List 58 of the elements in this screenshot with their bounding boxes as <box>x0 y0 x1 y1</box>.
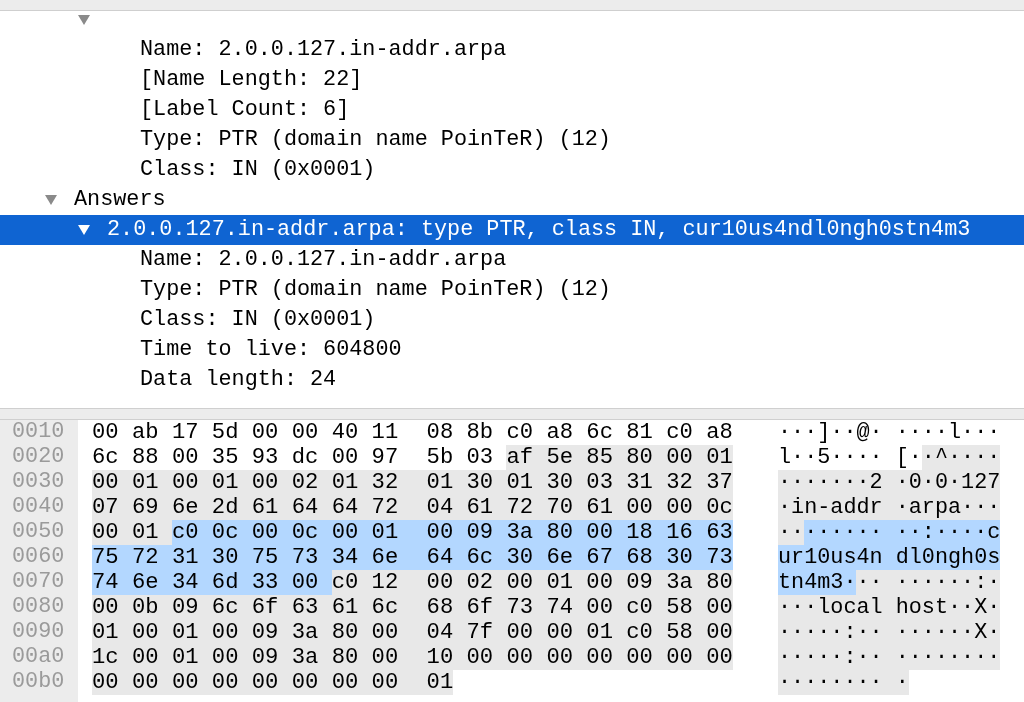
hex-bytes: 00 0b 09 6c 6f 63 61 6c <box>92 595 427 620</box>
ascii-text: ·······2 <box>778 470 896 495</box>
hex-bytes: 74 6e 34 6d 33 00 <box>92 570 332 595</box>
tree-item-text: [Label Count: 6] <box>140 95 350 124</box>
disclosure-triangle-icon[interactable] <box>44 194 58 206</box>
offset-label: 00b0 <box>12 668 65 697</box>
tree-item-text: Class: IN (0x0001) <box>140 305 376 334</box>
ascii-text: ur10us4n <box>778 545 896 570</box>
hex-bytes: af 5e 85 80 00 01 <box>506 445 733 470</box>
hex-bytes: 00 02 00 01 00 09 3a 80 <box>426 570 733 595</box>
disclosure-triangle-icon[interactable] <box>77 14 91 26</box>
tree-item-text: Type: PTR (domain name PoinTeR) (12) <box>140 275 611 304</box>
hex-bytes: 68 6f 73 74 00 c0 58 00 <box>426 595 733 620</box>
hex-bytes: 1c 00 01 00 09 3a 80 00 <box>92 645 427 670</box>
ascii-text: ·····:·· <box>778 620 896 645</box>
ascii-text: ·in-addr <box>778 495 896 520</box>
tree-item-text: Name: 2.0.0.127.in-addr.arpa <box>140 35 507 64</box>
ascii-text: ······:· <box>895 570 1001 595</box>
tree-row-highlight[interactable]: 2.0.0.127.in-addr.arpa: type PTR, class IN, cur10us4ndl0ngh0stn4m3 <box>0 215 1024 245</box>
hex-bytes: 00 09 3a 80 00 18 16 63 <box>426 520 733 545</box>
hex-bytes: 07 69 6e 2d 61 64 64 72 <box>92 495 427 520</box>
ascii-text: ·0·0·127 <box>895 470 1001 495</box>
hex-bytes: 00 01 <box>92 520 172 545</box>
tree-item-text: Class: IN (0x0001) <box>140 155 376 184</box>
ascii-text: ·^···· <box>921 445 1001 470</box>
hex-bytes: 04 61 72 70 61 00 00 0c <box>426 495 733 520</box>
hex-bytes: c0 12 <box>331 570 427 595</box>
ascii-text: tn4m3· <box>778 570 857 595</box>
ascii-text: ······ <box>804 520 896 545</box>
hex-bytes: c0 0c 00 0c 00 01 <box>171 520 427 545</box>
hex-bytes: 10 00 00 00 00 00 00 00 <box>426 645 733 670</box>
ascii-text: ······X· <box>895 620 1001 645</box>
disclosure-triangle-icon[interactable] <box>77 224 91 236</box>
ascii-text: dl0ngh0s <box>895 545 1001 570</box>
ascii-text: ·arpa··· <box>895 495 1001 520</box>
hex-bytes: 01 30 01 30 03 31 32 37 <box>426 470 733 495</box>
hex-bytes: 75 72 31 30 75 73 34 6e <box>92 545 427 570</box>
hex-bytes: 01 <box>426 670 454 695</box>
tree-item-text: Time to live: 604800 <box>140 335 402 364</box>
tree-item-text: Type: PTR (domain name PoinTeR) (12) <box>140 125 611 154</box>
tree-item-text: Name: 2.0.0.127.in-addr.arpa <box>140 245 507 274</box>
ascii-text: ·· <box>856 570 896 595</box>
ascii-text: ···local <box>778 595 896 620</box>
ascii-text: ·· <box>778 520 805 545</box>
hex-bytes: 00 00 00 00 00 00 00 00 <box>92 670 427 695</box>
tree-item-text: Answers <box>74 185 166 214</box>
tree-item-text: Data length: 24 <box>140 365 337 394</box>
hex-bytes: 64 6c 30 6e 67 68 30 73 <box>426 545 733 570</box>
ascii-text: ········ <box>895 645 1001 670</box>
ascii-text: ········ <box>778 670 896 695</box>
ascii-text: ·····:·· <box>778 645 896 670</box>
tree-item-text: 2.0.0.127.in-addr.arpa: type PTR, class IN, cur10us4ndl0ngh0stn4m3 <box>107 215 971 244</box>
hex-bytes: 04 7f 00 00 01 c0 58 00 <box>426 620 733 645</box>
ascii-text: ··:····c <box>895 520 1001 545</box>
tree-item-text: [Name Length: 22] <box>140 65 363 94</box>
hex-bytes: 01 00 01 00 09 3a 80 00 <box>92 620 427 645</box>
ascii-text: host··X· <box>895 595 1001 620</box>
hex-bytes: 00 01 00 01 00 02 01 32 <box>92 470 427 495</box>
